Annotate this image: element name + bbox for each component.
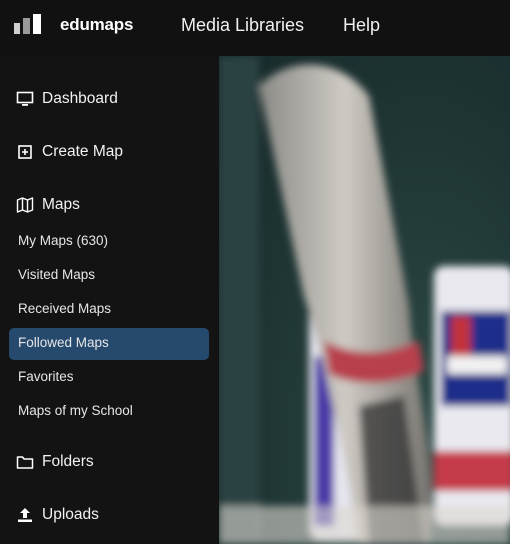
sidebar-item-followed-maps[interactable]: Followed Maps (18, 335, 109, 350)
sidebar-item-my-maps[interactable]: My Maps (630) (18, 233, 108, 248)
sidebar-item-favorites[interactable]: Favorites (18, 369, 74, 384)
sidebar-item-visited-maps[interactable]: Visited Maps (18, 267, 95, 282)
edumaps-logo-icon[interactable] (14, 14, 41, 34)
sidebar-item-label: Maps (42, 196, 80, 213)
top-bar: edumaps Media Libraries Help (0, 0, 510, 56)
sidebar-section-maps[interactable]: Maps (16, 196, 80, 214)
sidebar-item-label: Create Map (42, 143, 123, 160)
sidebar: Dashboard Create Map Maps My Maps (630) … (0, 56, 219, 544)
sidebar-item-create-map[interactable]: Create Map (16, 143, 123, 161)
monitor-icon (16, 91, 34, 106)
background-photo (219, 56, 510, 544)
sidebar-item-dashboard[interactable]: Dashboard (16, 90, 118, 108)
nav-media-libraries[interactable]: Media Libraries (181, 15, 304, 36)
sidebar-item-received-maps[interactable]: Received Maps (18, 301, 111, 316)
plus-square-icon (18, 145, 32, 159)
brand-name[interactable]: edumaps (60, 15, 133, 35)
map-icon (16, 197, 34, 213)
sidebar-item-uploads[interactable]: Uploads (16, 506, 99, 524)
sidebar-item-folders[interactable]: Folders (16, 453, 94, 471)
sidebar-item-label: Uploads (42, 506, 99, 523)
nav-help[interactable]: Help (343, 15, 380, 36)
folder-icon (16, 456, 34, 469)
sidebar-item-label: Folders (42, 453, 94, 470)
blurred-photo (219, 56, 510, 544)
upload-icon (18, 508, 32, 522)
sidebar-item-label: Dashboard (42, 90, 118, 107)
sidebar-item-maps-of-my-school[interactable]: Maps of my School (18, 403, 133, 418)
